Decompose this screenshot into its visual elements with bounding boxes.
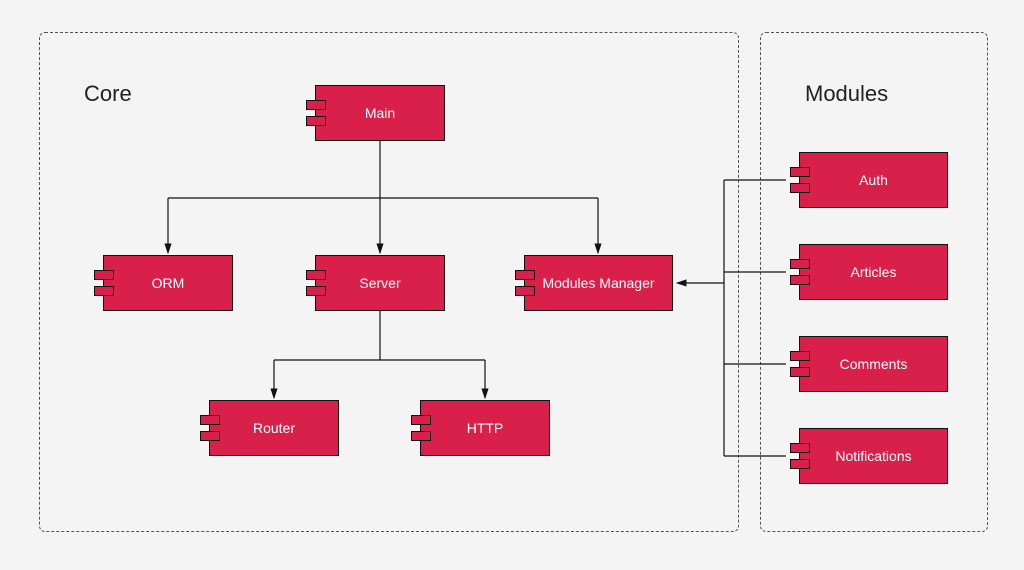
group-modules-title: Modules [805,81,888,107]
component-notifications-label: Notifications [835,448,911,464]
component-orm: ORM [103,255,233,311]
component-http-label: HTTP [467,420,504,436]
component-comments-label: Comments [840,356,908,372]
component-orm-label: ORM [152,275,185,291]
component-server: Server [315,255,445,311]
component-notifications: Notifications [799,428,948,484]
component-router-label: Router [253,420,295,436]
component-server-label: Server [359,275,400,291]
group-core-title: Core [84,81,132,107]
component-http: HTTP [420,400,550,456]
component-articles-label: Articles [851,264,897,280]
component-comments: Comments [799,336,948,392]
component-router: Router [209,400,339,456]
component-auth-label: Auth [859,172,888,188]
diagram-canvas: Core Modules Main ORM Server Modules Man… [0,0,1024,570]
component-modules-manager-label: Modules Manager [542,275,654,291]
component-articles: Articles [799,244,948,300]
component-main: Main [315,85,445,141]
component-modules-manager: Modules Manager [524,255,673,311]
component-auth: Auth [799,152,948,208]
component-main-label: Main [365,105,395,121]
